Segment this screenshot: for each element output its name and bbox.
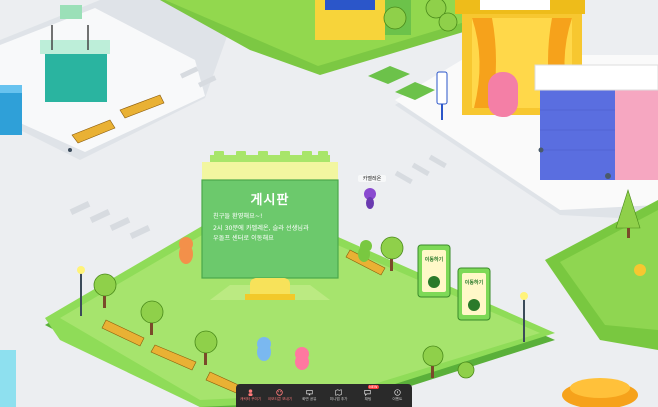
event-icon (393, 389, 401, 396)
screen-share-icon (305, 389, 313, 396)
info-sign-left-label[interactable]: 이동하기 (422, 256, 446, 263)
info-sign-right-label[interactable]: 이동하기 (462, 279, 486, 286)
toolbar-label: 이모티콘 보내기 (267, 397, 293, 401)
toolbar-map-button[interactable]: 미니맵 추가 (328, 389, 350, 402)
bottom-toolbar: 캐릭터 꾸미기 이모티콘 보내기 화면 공유 미니맵 추가 NEW 채팅 이벤트 (236, 384, 412, 407)
toolbar-character-button[interactable]: 캐릭터 꾸미기 (240, 389, 262, 402)
toolbar-label: 미니맵 추가 (329, 397, 348, 401)
toolbar-label: 캐릭터 꾸미기 (240, 397, 262, 401)
new-badge: NEW (367, 385, 379, 389)
toolbar-label: 이벤트 (392, 397, 403, 401)
toolbar-chat-button[interactable]: NEW 채팅 (357, 385, 379, 402)
character-icon (247, 389, 255, 396)
notice-board-title: 게시판 (250, 193, 290, 208)
toolbar-event-button[interactable]: 이벤트 (386, 389, 408, 402)
toolbar-label: 채팅 (364, 397, 372, 401)
avatar-name-tag: 카멜레온 (358, 175, 386, 182)
notice-board[interactable]: 게시판 친구들 환영해요~! 2시 30분에 카멜레온, 슬라 선생님과 우돌프… (206, 183, 334, 275)
toolbar-label: 화면 공유 (302, 397, 317, 401)
emoji-icon (276, 389, 284, 396)
toolbar-emoji-button[interactable]: 이모티콘 보내기 (267, 389, 293, 402)
chat-icon (364, 389, 372, 396)
notice-board-line: 우돌프 센터로 이동해요 (213, 235, 274, 242)
map-icon (335, 389, 343, 396)
toolbar-screen-share-button[interactable]: 화면 공유 (298, 389, 320, 402)
notice-board-line: 2시 30분에 카멜레온, 슬라 선생님과 (213, 225, 309, 232)
notice-board-line: 친구들 환영해요~! (213, 213, 263, 220)
